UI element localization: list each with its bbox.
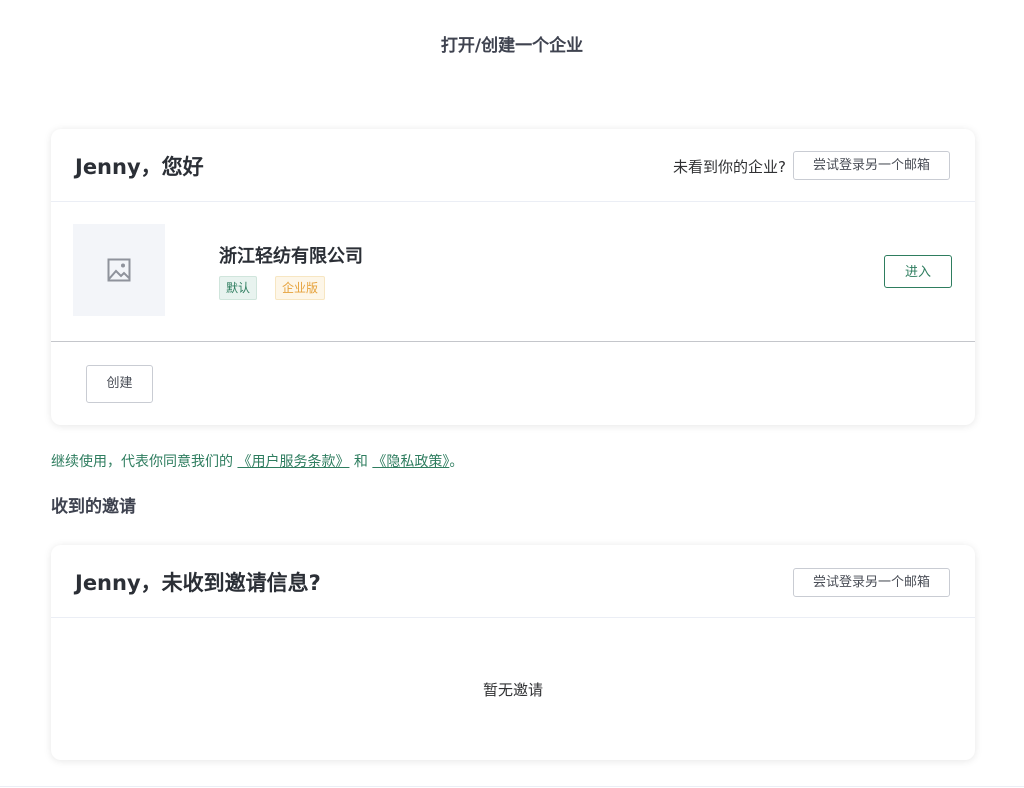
switch-email-button[interactable]: 尝试登录另一个邮箱 bbox=[793, 151, 950, 180]
company-logo bbox=[73, 224, 165, 316]
invitations-section-title: 收到的邀请 bbox=[51, 497, 136, 517]
create-company-button[interactable]: 创建 bbox=[86, 365, 153, 403]
enter-company-button[interactable]: 进入 bbox=[884, 255, 952, 288]
agreement-prefix: 继续使用，代表你同意我们的 bbox=[51, 454, 233, 470]
company-list-item: 浙江轻纺有限公司 默认 企业版 进入 bbox=[51, 202, 975, 342]
image-placeholder-icon bbox=[107, 258, 131, 282]
invitations-card: Jenny，未收到邀请信息? 尝试登录另一个邮箱 暂无邀请 bbox=[51, 545, 975, 760]
bottom-divider bbox=[0, 786, 1024, 787]
invitations-greeting: Jenny，未收到邀请信息? bbox=[75, 571, 321, 595]
agreement-text: 继续使用，代表你同意我们的 《用户服务条款》 和 《隐私政策》。 bbox=[51, 451, 463, 471]
page-title: 打开/创建一个企业 bbox=[440, 36, 584, 56]
invitations-card-header: Jenny，未收到邀请信息? 尝试登录另一个邮箱 bbox=[51, 545, 975, 618]
switch-email-button-invitations[interactable]: 尝试登录另一个邮箱 bbox=[793, 568, 950, 597]
default-tag: 默认 bbox=[219, 276, 258, 300]
companies-card-header: Jenny，您好 未看到你的企业? 尝试登录另一个邮箱 bbox=[51, 129, 975, 202]
agreement-suffix: 。 bbox=[449, 454, 464, 470]
not-see-company-text: 未看到你的企业? bbox=[673, 158, 786, 176]
privacy-link[interactable]: 《隐私政策》 bbox=[372, 454, 449, 470]
companies-card: Jenny，您好 未看到你的企业? 尝试登录另一个邮箱 浙江轻纺有限公司 默认 … bbox=[51, 129, 975, 425]
enterprise-edition-tag: 企业版 bbox=[275, 276, 326, 300]
agreement-and: 和 bbox=[353, 454, 368, 470]
greeting-title: Jenny，您好 bbox=[75, 155, 204, 179]
company-name: 浙江轻纺有限公司 bbox=[219, 246, 363, 267]
no-invitations-text: 暂无邀请 bbox=[482, 681, 543, 699]
terms-link[interactable]: 《用户服务条款》 bbox=[237, 454, 349, 470]
